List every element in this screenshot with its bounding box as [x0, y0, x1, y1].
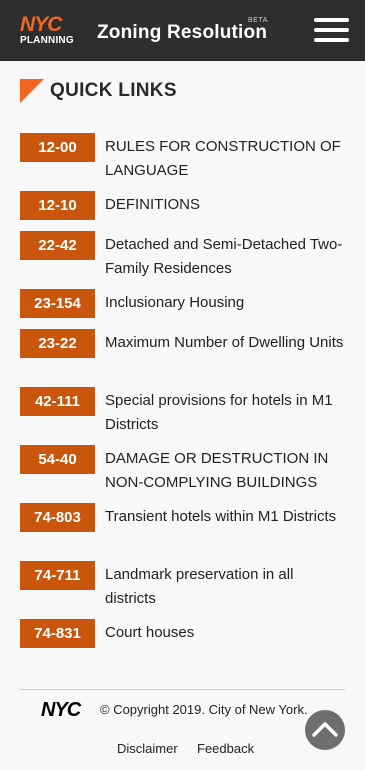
section-title-link[interactable]: DEFINITIONS: [105, 193, 345, 217]
quick-links-title: QUICK LINKS: [50, 80, 177, 101]
footer-nyc-logo-text: NYC: [41, 699, 82, 719]
section-code-badge[interactable]: 12-00: [20, 133, 95, 162]
nyc-planning-logo[interactable]: NYC PLANNING: [20, 13, 77, 46]
section-title-link[interactable]: RULES FOR CONSTRUCTION OF LANGUAGE: [105, 135, 345, 183]
app-title[interactable]: Zoning Resolution: [97, 22, 267, 44]
hamburger-menu-icon[interactable]: [314, 18, 350, 44]
section-code-badge[interactable]: 23-22: [20, 329, 95, 358]
section-title-link[interactable]: Transient hotels within M1 Districts: [105, 505, 345, 529]
section-code-badge[interactable]: 74-831: [20, 619, 95, 648]
section-code-badge[interactable]: 42-111: [20, 387, 95, 416]
section-title-link[interactable]: Landmark preservation in all districts: [105, 563, 345, 611]
quick-links-flag-icon: [20, 79, 44, 103]
section-code-badge[interactable]: 54-40: [20, 445, 95, 474]
disclaimer-link[interactable]: Disclaimer: [117, 741, 178, 756]
section-title-link[interactable]: Detached and Semi-Detached Two-Family Re…: [105, 233, 345, 281]
section-title-link[interactable]: Inclusionary Housing: [105, 291, 345, 315]
copyright-text: © Copyright 2019. City of New York.: [100, 702, 308, 717]
logo-planning-text: PLANNING: [20, 35, 74, 46]
footer-divider: [20, 689, 345, 690]
top-header: NYC PLANNING Zoning Resolution BETA: [0, 0, 365, 61]
section-code-badge[interactable]: 74-711: [20, 561, 95, 590]
scroll-to-top-button[interactable]: [305, 710, 345, 750]
beta-badge: BETA: [248, 17, 268, 24]
logo-nyc-text: NYC: [20, 13, 62, 36]
section-code-badge[interactable]: 74-803: [20, 503, 95, 532]
section-title-link[interactable]: Special provisions for hotels in M1 Dist…: [105, 389, 345, 437]
section-title-link[interactable]: Court houses: [105, 621, 345, 645]
section-title-link[interactable]: DAMAGE OR DESTRUCTION IN NON-COMPLYING B…: [105, 447, 345, 495]
section-code-badge[interactable]: 22-42: [20, 231, 95, 260]
section-code-badge[interactable]: 23-154: [20, 289, 95, 318]
footer-nyc-logo[interactable]: NYC: [41, 699, 93, 719]
feedback-link[interactable]: Feedback: [197, 741, 254, 756]
section-title-link[interactable]: Maximum Number of Dwelling Units: [105, 331, 345, 355]
chevron-up-icon: [312, 722, 338, 737]
section-code-badge[interactable]: 12-10: [20, 191, 95, 220]
